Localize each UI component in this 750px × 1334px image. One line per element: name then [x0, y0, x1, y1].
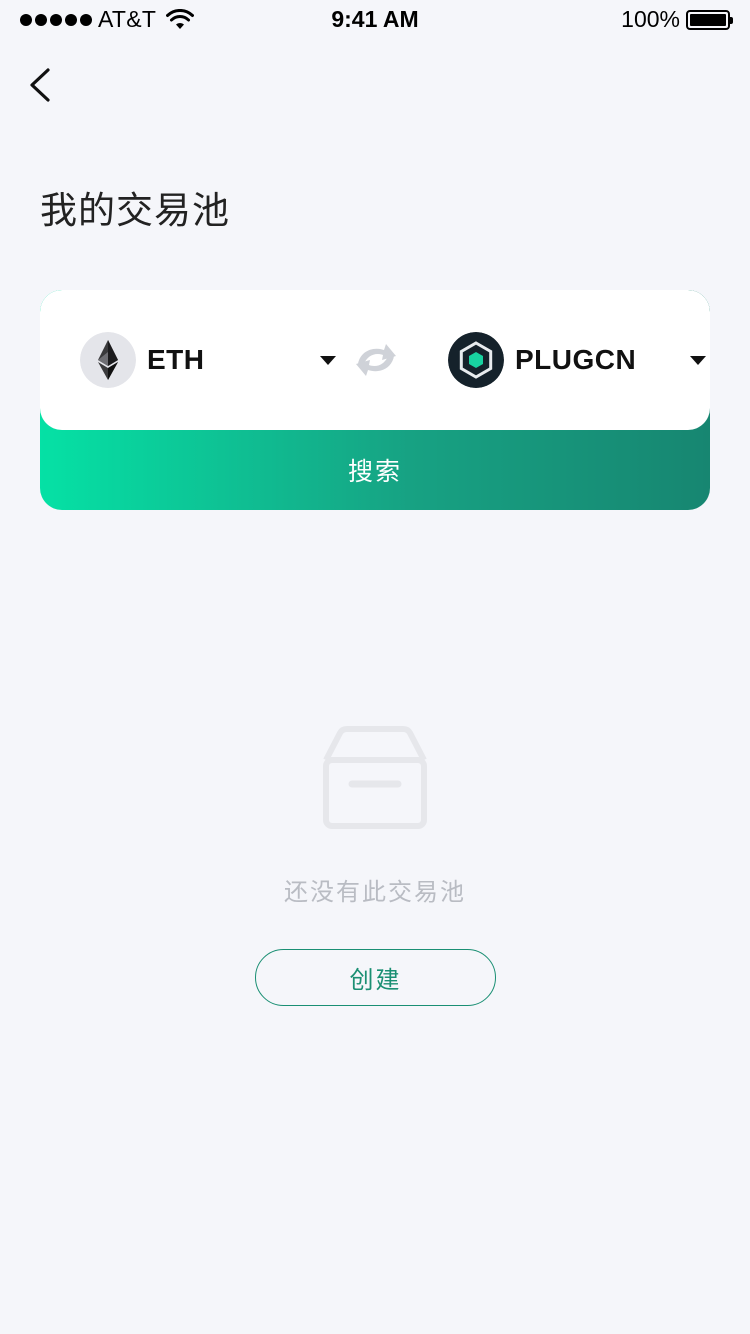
battery-icon — [686, 9, 733, 30]
token-pair-row: ETH PLUGCN — [40, 290, 710, 430]
create-pool-button[interactable]: 创建 — [255, 949, 496, 1006]
status-bar: AT&T 9:41 AM 100% — [0, 0, 750, 40]
ethereum-logo-icon — [80, 332, 136, 388]
page-title: 我的交易池 — [40, 189, 230, 232]
token-a-dropdown-icon — [320, 356, 336, 365]
token-b-selector[interactable]: PLUGCN — [448, 332, 706, 388]
plugcn-logo-icon — [448, 332, 504, 388]
token-b-dropdown-icon — [690, 356, 706, 365]
swap-arrows-icon[interactable] — [350, 338, 402, 382]
token-a-symbol: ETH — [147, 344, 205, 375]
empty-box-icon — [323, 726, 427, 829]
battery-percent: 100% — [621, 6, 680, 32]
back-chevron-icon[interactable] — [22, 62, 62, 108]
token-a-selector[interactable]: ETH — [80, 332, 336, 388]
pair-selector-card: ETH PLUGCN 搜索 — [40, 290, 710, 510]
empty-state-message: 还没有此交易池 — [284, 878, 466, 906]
token-b-symbol: PLUGCN — [515, 344, 637, 375]
search-button[interactable]: 搜索 — [40, 430, 710, 510]
status-right: 100% — [621, 6, 733, 33]
screen: AT&T 9:41 AM 100% 我的交易池 ETH PLUGCN 搜索 还没… — [0, 0, 750, 1334]
